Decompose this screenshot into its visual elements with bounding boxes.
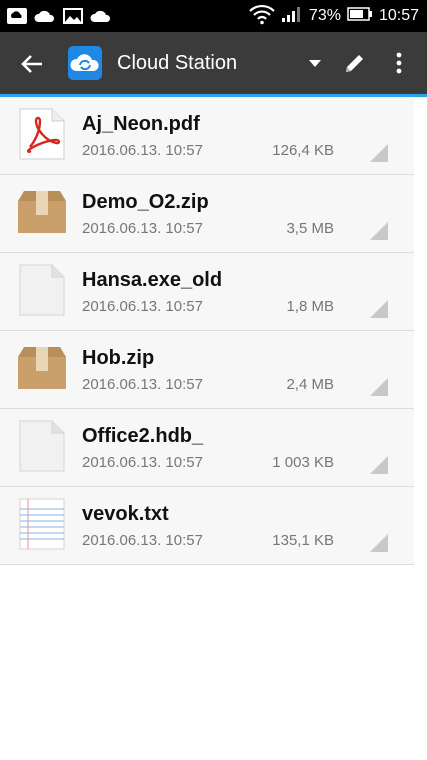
file-list: Aj_Neon.pdf 2016.06.13. 10:57 126,4 KB D… (0, 97, 414, 565)
zip-icon (16, 341, 68, 395)
pencil-icon (346, 55, 363, 72)
arrow-left-icon (21, 55, 42, 73)
file-name: Hansa.exe_old (82, 269, 223, 291)
file-date: 2016.06.13. 10:57 (82, 454, 203, 471)
file-size: 126,4 KB (272, 142, 334, 159)
image-notification-icon (62, 6, 84, 26)
file-date: 2016.06.13. 10:57 (82, 376, 203, 393)
file-name: Hob.zip (82, 347, 155, 369)
cloud-notification-icon (90, 6, 112, 26)
battery-percent: 73% (308, 7, 341, 24)
file-row[interactable]: vevok.txt 2016.06.13. 10:57 135,1 KB (0, 487, 414, 565)
folder-dropdown[interactable] (306, 54, 324, 72)
file-row[interactable]: Demo_O2.zip 2016.06.13. 10:57 3,5 MB (0, 175, 414, 253)
file-name: Office2.hdb_ (82, 425, 204, 447)
back-button[interactable] (18, 49, 48, 79)
edit-button[interactable] (342, 50, 368, 76)
generic-file-icon (16, 419, 68, 473)
app-bar: Cloud Station (0, 32, 427, 97)
more-options-button[interactable] (389, 50, 409, 76)
status-bar: 73% 10:57 (0, 0, 427, 32)
row-menu-triangle-icon[interactable] (370, 300, 388, 318)
more-vert-icon (396, 52, 402, 74)
file-name: Demo_O2.zip (82, 191, 209, 213)
zip-icon (16, 185, 68, 239)
battery-icon (347, 6, 373, 26)
text-file-icon (16, 497, 68, 551)
clock: 10:57 (378, 7, 419, 24)
dropdown-arrow-icon (309, 60, 321, 67)
file-name: vevok.txt (82, 503, 169, 525)
cloud-station-notification-icon (34, 6, 56, 26)
app-title: Cloud Station (117, 52, 238, 74)
file-size: 2,4 MB (286, 376, 334, 393)
row-menu-triangle-icon[interactable] (370, 222, 388, 240)
wifi-icon (249, 3, 275, 30)
cloud-station-logo-icon (68, 46, 102, 80)
file-size: 135,1 KB (272, 532, 334, 549)
cloud-sync-notification-icon (6, 6, 28, 26)
row-menu-triangle-icon[interactable] (370, 378, 388, 396)
file-size: 3,5 MB (286, 220, 334, 237)
file-row[interactable]: Office2.hdb_ 2016.06.13. 10:57 1 003 KB (0, 409, 414, 487)
file-row[interactable]: Aj_Neon.pdf 2016.06.13. 10:57 126,4 KB (0, 97, 414, 175)
generic-file-icon (16, 263, 68, 317)
file-row[interactable]: Hob.zip 2016.06.13. 10:57 2,4 MB (0, 331, 414, 409)
file-date: 2016.06.13. 10:57 (82, 298, 203, 315)
file-date: 2016.06.13. 10:57 (82, 142, 203, 159)
file-name: Aj_Neon.pdf (82, 113, 200, 135)
pdf-icon (16, 107, 68, 161)
file-size: 1 003 KB (272, 454, 334, 471)
row-menu-triangle-icon[interactable] (370, 144, 388, 162)
row-menu-triangle-icon[interactable] (370, 534, 388, 552)
signal-icon (281, 5, 303, 28)
file-size: 1,8 MB (286, 298, 334, 315)
file-row[interactable]: Hansa.exe_old 2016.06.13. 10:57 1,8 MB (0, 253, 414, 331)
row-menu-triangle-icon[interactable] (370, 456, 388, 474)
file-date: 2016.06.13. 10:57 (82, 220, 203, 237)
file-date: 2016.06.13. 10:57 (82, 532, 203, 549)
